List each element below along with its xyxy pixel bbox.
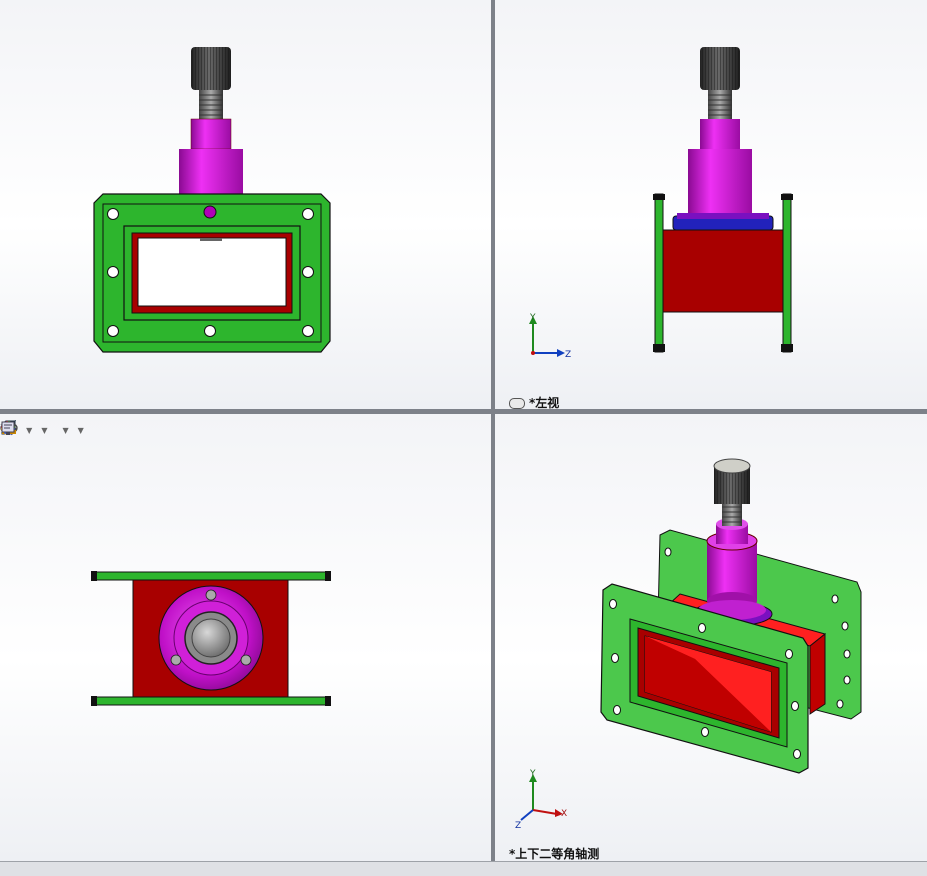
viewport-front[interactable] — [0, 0, 491, 409]
svg-text:Z: Z — [565, 350, 571, 360]
viewport-dimetric[interactable]: Y X Z *上下二等角轴测 — [495, 414, 927, 861]
top-view-model — [91, 571, 331, 706]
front-view-model — [93, 47, 331, 353]
svg-text:Z: Z — [515, 821, 521, 831]
isometric-view-model: Y X Z — [515, 458, 862, 831]
svg-text:X: X — [561, 809, 567, 819]
viewport-divider-vertical[interactable] — [491, 0, 495, 861]
svg-text:Y: Y — [529, 769, 536, 779]
body-block — [662, 229, 784, 313]
viewport-left[interactable]: Y Z *左视 — [495, 0, 927, 409]
viewport-top[interactable]: ▼ ▼ ▼ ▼ ▼ — [0, 414, 491, 861]
viewport-divider-horizontal[interactable] — [0, 409, 927, 414]
link-views-icon[interactable] — [509, 398, 525, 409]
status-bar — [0, 861, 927, 876]
svg-text:Y: Y — [529, 313, 536, 323]
view-label-dimetric: *上下二等角轴测 — [509, 847, 600, 861]
left-view-model: Y Z — [529, 47, 793, 360]
axis-triad — [520, 774, 563, 821]
flange-right — [782, 193, 792, 353]
view-label-left: *左视 — [509, 394, 559, 409]
flange-left — [654, 193, 664, 353]
